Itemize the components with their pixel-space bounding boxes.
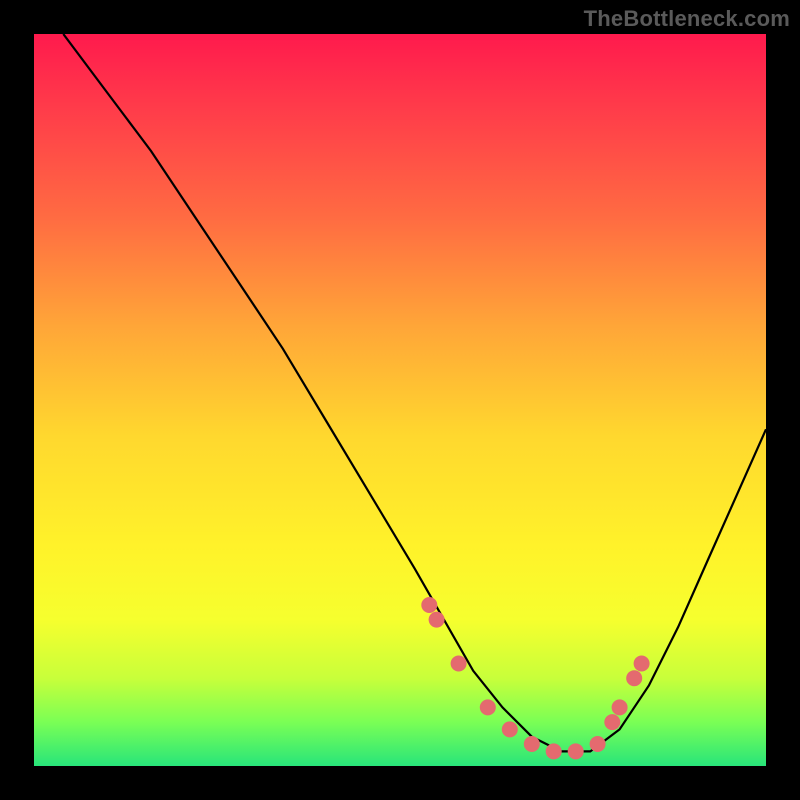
chart-frame: TheBottleneck.com [0, 0, 800, 800]
highlight-markers [421, 597, 649, 759]
marker-point [590, 736, 606, 752]
marker-point [604, 714, 620, 730]
watermark-text: TheBottleneck.com [584, 6, 790, 32]
marker-point [429, 612, 445, 628]
bottleneck-curve [63, 34, 766, 751]
marker-point [524, 736, 540, 752]
chart-svg [34, 34, 766, 766]
marker-point [421, 597, 437, 613]
marker-point [546, 743, 562, 759]
marker-point [568, 743, 584, 759]
marker-point [480, 699, 496, 715]
chart-plot-area [34, 34, 766, 766]
marker-point [626, 670, 642, 686]
marker-point [502, 721, 518, 737]
marker-point [451, 656, 467, 672]
marker-point [634, 656, 650, 672]
marker-point [612, 699, 628, 715]
